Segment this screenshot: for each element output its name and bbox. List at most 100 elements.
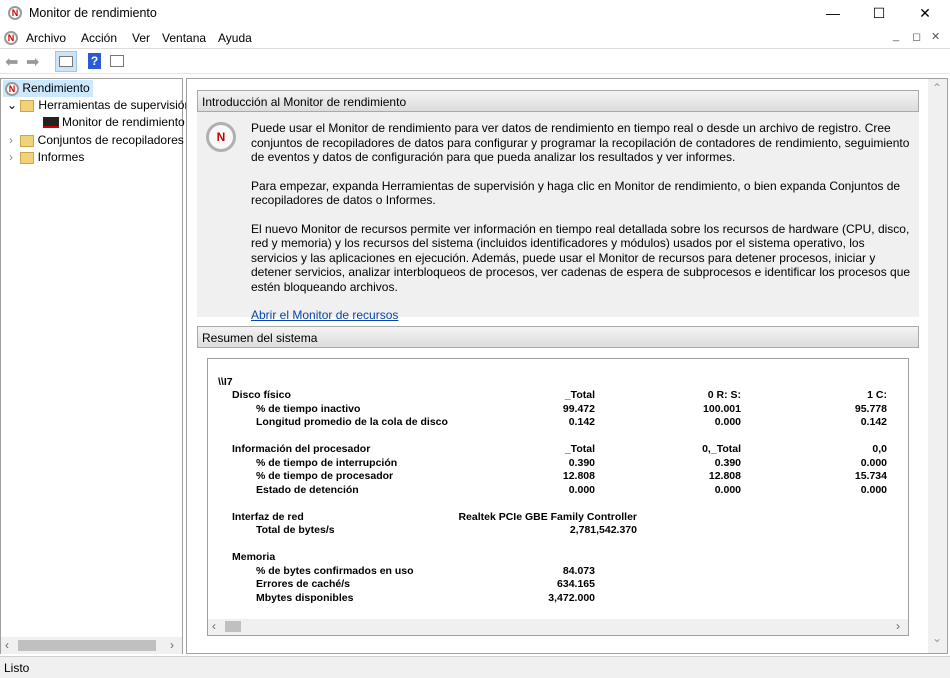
menu-accion[interactable]: Acción bbox=[81, 31, 117, 45]
value-instance: 15.734 bbox=[855, 470, 887, 482]
tree-label: Informes bbox=[38, 150, 85, 164]
value-total: _Total bbox=[565, 389, 595, 401]
tree-item-rendimiento[interactable]: N Rendimiento bbox=[3, 80, 93, 97]
value-total: 84.073 bbox=[563, 565, 595, 577]
menu-ventana[interactable]: Ventana bbox=[162, 31, 206, 45]
value-instance: 0,_Total bbox=[702, 443, 741, 455]
counter-name: Mbytes disponibles bbox=[256, 592, 353, 604]
content-pane: Introducción al Monitor de rendimiento N… bbox=[186, 78, 948, 654]
forward-arrow-icon[interactable]: ➡ bbox=[26, 52, 39, 72]
value-instance: 0.142 bbox=[861, 416, 887, 428]
value-total: 0.142 bbox=[569, 416, 595, 428]
open-resource-monitor-link[interactable]: Abrir el Monitor de recursos bbox=[251, 308, 398, 322]
network-value: Realtek PCIe GBE Family Controller bbox=[458, 511, 637, 523]
scroll-thumb[interactable] bbox=[225, 621, 241, 632]
help-icon[interactable]: ? bbox=[88, 53, 101, 69]
intro-paragraph: Para empezar, expanda Herramientas de su… bbox=[251, 179, 911, 208]
value-total: 0.000 bbox=[569, 484, 595, 496]
value-instance: 0,0 bbox=[872, 443, 887, 455]
tree-label: Rendimiento bbox=[22, 81, 89, 95]
monitor-chart-icon bbox=[43, 117, 59, 128]
counter-name: % de tiempo de interrupción bbox=[256, 457, 397, 469]
value-total: 0.390 bbox=[569, 457, 595, 469]
value-instance: 0.000 bbox=[861, 484, 887, 496]
value-instance: 95.778 bbox=[855, 403, 887, 415]
counter-name: % de tiempo inactivo bbox=[256, 403, 360, 415]
mdi-close-button[interactable]: ✕ bbox=[931, 30, 940, 43]
counter-category: Memoria bbox=[232, 551, 275, 563]
tree-horizontal-scrollbar[interactable]: ‹ › bbox=[1, 637, 182, 654]
value-total: 634.165 bbox=[557, 578, 595, 590]
folder-icon bbox=[20, 135, 34, 147]
performance-monitor-icon: N bbox=[8, 6, 22, 20]
scroll-down-icon[interactable]: ⌄ bbox=[932, 631, 942, 645]
gauge-icon: N bbox=[206, 122, 236, 152]
value-instance: 0.000 bbox=[715, 484, 741, 496]
counter-name: Longitud promedio de la cola de disco bbox=[256, 416, 448, 428]
counter-name: Errores de caché/s bbox=[256, 578, 350, 590]
counter-category: Interfaz de red bbox=[232, 511, 304, 523]
intro-paragraph: Puede usar el Monitor de rendimiento par… bbox=[251, 121, 911, 165]
system-summary-box: \\I7 Disco físico _Total 0 R: S: 1 C: % de t… bbox=[207, 358, 909, 636]
counter-category: Disco físico bbox=[232, 389, 291, 401]
navigation-tree: N Rendimiento ⌄ Herramientas de supervis… bbox=[0, 78, 183, 654]
value-instance: 0 R: S: bbox=[708, 389, 741, 401]
scroll-right-icon[interactable]: › bbox=[170, 638, 174, 652]
intro-header[interactable]: Introducción al Monitor de rendimiento bbox=[197, 90, 919, 112]
content-vertical-scrollbar[interactable]: ⌃ ⌄ bbox=[928, 79, 947, 653]
counter-name: Estado de detención bbox=[256, 484, 359, 496]
counter-name: Total de bytes/s bbox=[256, 524, 335, 536]
window-title: Monitor de rendimiento bbox=[29, 6, 157, 20]
chevron-right-icon[interactable]: › bbox=[9, 150, 13, 164]
menu-archivo[interactable]: Archivo bbox=[26, 31, 66, 45]
system-menu-icon[interactable]: N bbox=[4, 31, 18, 45]
scroll-up-icon[interactable]: ⌃ bbox=[932, 81, 942, 95]
summary-horizontal-scrollbar[interactable]: ‹ › bbox=[208, 619, 908, 635]
value-instance: 0.000 bbox=[715, 416, 741, 428]
folder-icon bbox=[20, 100, 34, 112]
menu-bar: N Archivo Acción Ver Ventana Ayuda _ ◻ ✕ bbox=[0, 27, 950, 49]
minimize-button[interactable]: — bbox=[810, 0, 856, 26]
toolbar: ⬅ ➡ ? bbox=[0, 50, 950, 74]
show-action-pane-icon[interactable] bbox=[110, 55, 124, 67]
scroll-left-icon[interactable]: ‹ bbox=[212, 619, 216, 633]
status-bar: Listo bbox=[0, 656, 950, 678]
summary-header[interactable]: Resumen del sistema bbox=[197, 326, 919, 348]
show-hide-tree-button[interactable] bbox=[55, 51, 77, 72]
intro-section: N Puede usar el Monitor de rendimiento p… bbox=[197, 112, 919, 317]
value-total: _Total bbox=[565, 443, 595, 455]
scroll-right-icon[interactable]: › bbox=[896, 619, 900, 633]
value-instance: 1 C: bbox=[867, 389, 887, 401]
value-total: 12.808 bbox=[563, 470, 595, 482]
tree-label: Monitor de rendimiento bbox=[62, 115, 185, 129]
machine-name: \\I7 bbox=[218, 376, 233, 388]
tree-label: Herramientas de supervisión bbox=[38, 98, 191, 112]
intro-paragraph: El nuevo Monitor de recursos permite ver… bbox=[251, 222, 911, 295]
scroll-left-icon[interactable]: ‹ bbox=[5, 638, 9, 652]
menu-ver[interactable]: Ver bbox=[132, 31, 150, 45]
tree-item-herramientas[interactable]: ⌄ Herramientas de supervisión bbox=[7, 98, 191, 112]
counter-name: % de bytes confirmados en uso bbox=[256, 565, 414, 577]
back-arrow-icon[interactable]: ⬅ bbox=[5, 52, 18, 72]
counter-name: % de tiempo de procesador bbox=[256, 470, 393, 482]
close-button[interactable]: ✕ bbox=[902, 0, 948, 26]
title-bar: N Monitor de rendimiento — ☐ ✕ bbox=[0, 0, 950, 26]
maximize-button[interactable]: ☐ bbox=[856, 0, 902, 26]
status-text: Listo bbox=[4, 661, 29, 675]
scroll-thumb[interactable] bbox=[18, 640, 156, 651]
tree-item-monitor[interactable]: Monitor de rendimiento bbox=[43, 115, 185, 129]
chevron-right-icon[interactable]: › bbox=[9, 133, 13, 147]
folder-icon bbox=[20, 152, 34, 164]
chevron-down-icon[interactable]: ⌄ bbox=[7, 98, 17, 112]
summary-table: \\I7 Disco físico _Total 0 R: S: 1 C: % de t… bbox=[208, 359, 908, 617]
counter-category: Información del procesador bbox=[232, 443, 370, 455]
value-instance: 12.808 bbox=[709, 470, 741, 482]
tree-item-informes[interactable]: › Informes bbox=[9, 150, 84, 164]
mdi-restore-button[interactable]: ◻ bbox=[912, 30, 921, 43]
value-instance: 0.390 bbox=[715, 457, 741, 469]
performance-icon: N bbox=[5, 82, 19, 96]
menu-ayuda[interactable]: Ayuda bbox=[218, 31, 252, 45]
mdi-minimize-button[interactable]: _ bbox=[893, 30, 899, 42]
network-value: 2,781,542.370 bbox=[570, 524, 637, 536]
value-instance: 100.001 bbox=[703, 403, 741, 415]
